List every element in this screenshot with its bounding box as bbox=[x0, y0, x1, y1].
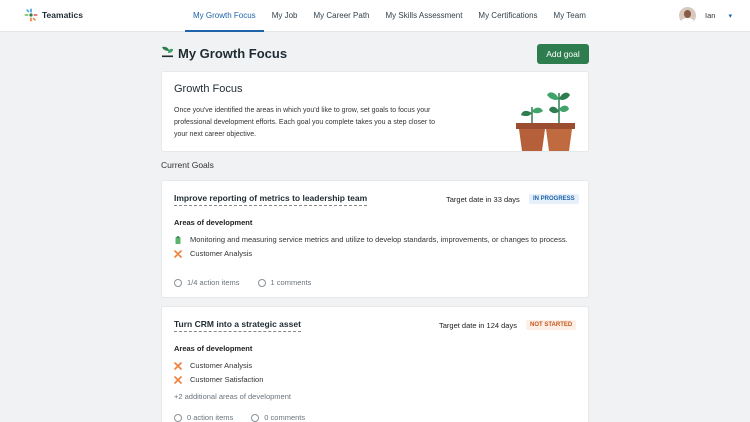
brand[interactable]: Teamatics bbox=[24, 8, 83, 22]
comments-count: 0 comments bbox=[264, 413, 306, 422]
area-item: Customer Satisfaction bbox=[174, 375, 263, 384]
main-nav: My Growth Focus My Job My Career Path My… bbox=[185, 0, 594, 32]
comments-link[interactable]: 0 comments bbox=[251, 413, 305, 422]
user-menu[interactable]: Ian ▾ bbox=[679, 7, 732, 24]
chevron-down-icon[interactable]: ▾ bbox=[728, 12, 732, 20]
teamatics-logo-icon bbox=[24, 8, 38, 22]
goal-footer: 1/4 action items 1 comments bbox=[174, 278, 311, 287]
goal-card: Turn CRM into a strategic asset Target d… bbox=[161, 306, 589, 422]
area-label: Customer Analysis bbox=[190, 361, 253, 370]
brand-name: Teamatics bbox=[42, 10, 83, 20]
avatar-body bbox=[681, 18, 694, 24]
avatar-face bbox=[684, 10, 691, 18]
page-header: My Growth Focus Add goal bbox=[161, 44, 589, 64]
nav-item-my-job[interactable]: My Job bbox=[264, 0, 306, 32]
check-circle-icon bbox=[174, 413, 182, 422]
top-navigation-bar: Teamatics My Growth Focus My Job My Care… bbox=[0, 0, 750, 32]
area-item: Customer Analysis bbox=[174, 361, 252, 370]
target-date: Target date in 33 days bbox=[446, 195, 520, 204]
area-label: Customer Analysis bbox=[190, 249, 253, 258]
nav-item-my-growth-focus[interactable]: My Growth Focus bbox=[185, 0, 264, 32]
growth-focus-intro-card: Growth Focus Once you've identified the … bbox=[161, 71, 589, 152]
comment-icon bbox=[251, 413, 260, 422]
intro-title: Growth Focus bbox=[174, 83, 243, 95]
area-label: Monitoring and measuring service metrics… bbox=[190, 235, 568, 244]
tools-icon bbox=[174, 249, 182, 258]
comments-link[interactable]: 1 comments bbox=[257, 278, 312, 287]
goal-title[interactable]: Improve reporting of metrics to leadersh… bbox=[174, 193, 368, 206]
area-item: Monitoring and measuring service metrics… bbox=[174, 235, 568, 244]
potted-plants-illustration-icon bbox=[516, 92, 575, 151]
area-item: Customer Analysis bbox=[174, 249, 252, 258]
tools-icon bbox=[174, 375, 182, 384]
nav-item-my-career-path[interactable]: My Career Path bbox=[305, 0, 377, 32]
status-badge: NOT STARTED bbox=[526, 320, 577, 330]
areas-of-development-heading: Areas of development bbox=[174, 218, 253, 227]
tools-icon bbox=[174, 361, 182, 370]
area-label: Customer Satisfaction bbox=[190, 375, 264, 384]
user-name: Ian bbox=[705, 11, 716, 20]
add-goal-button[interactable]: Add goal bbox=[537, 44, 589, 64]
goal-card: Improve reporting of metrics to leadersh… bbox=[161, 180, 589, 298]
nav-item-my-certifications[interactable]: My Certifications bbox=[470, 0, 545, 32]
comments-count: 1 comments bbox=[270, 278, 312, 287]
current-goals-heading: Current Goals bbox=[161, 160, 214, 170]
action-items-link[interactable]: 1/4 action items bbox=[174, 278, 240, 287]
action-items-count: 1/4 action items bbox=[187, 278, 240, 287]
growth-sprout-icon bbox=[162, 46, 173, 58]
nav-item-my-team[interactable]: My Team bbox=[546, 0, 594, 32]
intro-text: Once you've identified the areas in whic… bbox=[174, 107, 435, 138]
action-items-link[interactable]: 0 action items bbox=[174, 413, 233, 422]
goal-title[interactable]: Turn CRM into a strategic asset bbox=[174, 319, 301, 332]
areas-of-development-heading: Areas of development bbox=[174, 344, 253, 353]
additional-areas-link[interactable]: +2 additional areas of development bbox=[174, 392, 291, 401]
clipboard-icon bbox=[175, 235, 181, 244]
action-items-count: 0 action items bbox=[187, 413, 234, 422]
target-date: Target date in 124 days bbox=[439, 321, 517, 330]
status-badge: IN PROGRESS bbox=[529, 194, 579, 204]
nav-item-my-skills-assessment[interactable]: My Skills Assessment bbox=[378, 0, 471, 32]
check-circle-icon bbox=[174, 278, 182, 287]
page-title: My Growth Focus bbox=[178, 46, 288, 61]
comment-icon bbox=[257, 278, 266, 287]
avatar[interactable] bbox=[679, 7, 696, 24]
goal-footer: 0 action items 0 comments bbox=[174, 413, 305, 422]
